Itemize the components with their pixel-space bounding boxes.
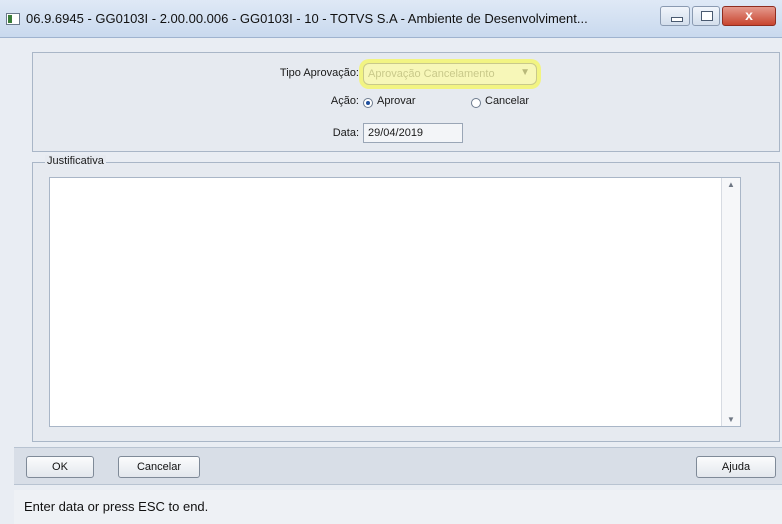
- justificativa-group: Justificativa ▲ ▼: [32, 155, 780, 442]
- dialog-client-area: Tipo Aprovação: Aprovação Cancelamento ▼…: [14, 38, 782, 524]
- ajuda-button[interactable]: Ajuda: [696, 456, 776, 478]
- title-bar: 06.9.6945 - GG0103I - 2.00.00.006 - GG01…: [0, 0, 782, 38]
- radio-cancelar[interactable]: [471, 98, 481, 108]
- tipo-aprovacao-value: Aprovação Cancelamento: [368, 68, 495, 80]
- close-button[interactable]: x: [722, 6, 776, 26]
- data-field: 29/04/2019: [363, 123, 463, 143]
- approval-panel: Tipo Aprovação: Aprovação Cancelamento ▼…: [32, 52, 780, 152]
- acao-label: Ação:: [330, 95, 359, 107]
- tipo-aprovacao-dropdown[interactable]: Aprovação Cancelamento ▼: [363, 63, 537, 85]
- status-text: Enter data or press ESC to end.: [24, 499, 209, 514]
- cancelar-button[interactable]: Cancelar: [118, 456, 200, 478]
- button-bar: OK Cancelar Ajuda: [14, 447, 782, 485]
- maximize-button[interactable]: [692, 6, 720, 26]
- tipo-aprovacao-label: Tipo Aprovação:: [279, 67, 359, 79]
- minimize-button[interactable]: [660, 6, 690, 26]
- ok-button[interactable]: OK: [26, 456, 94, 478]
- scroll-up-icon[interactable]: ▲: [726, 180, 736, 189]
- radio-cancelar-label: Cancelar: [485, 95, 530, 107]
- chevron-down-icon: ▼: [520, 67, 530, 78]
- justificativa-label: Justificativa: [45, 155, 106, 167]
- textarea-scrollbar[interactable]: ▲ ▼: [721, 178, 740, 426]
- data-value: 29/04/2019: [368, 127, 424, 139]
- app-icon: [6, 13, 20, 25]
- status-bar: Enter data or press ESC to end.: [14, 490, 782, 524]
- radio-aprovar-label: Aprovar: [377, 95, 416, 107]
- data-label: Data:: [332, 127, 359, 139]
- scroll-down-icon[interactable]: ▼: [726, 415, 736, 424]
- window-title: 06.9.6945 - GG0103I - 2.00.00.006 - GG01…: [26, 11, 588, 26]
- radio-aprovar[interactable]: [363, 98, 373, 108]
- justificativa-textarea[interactable]: ▲ ▼: [49, 177, 741, 427]
